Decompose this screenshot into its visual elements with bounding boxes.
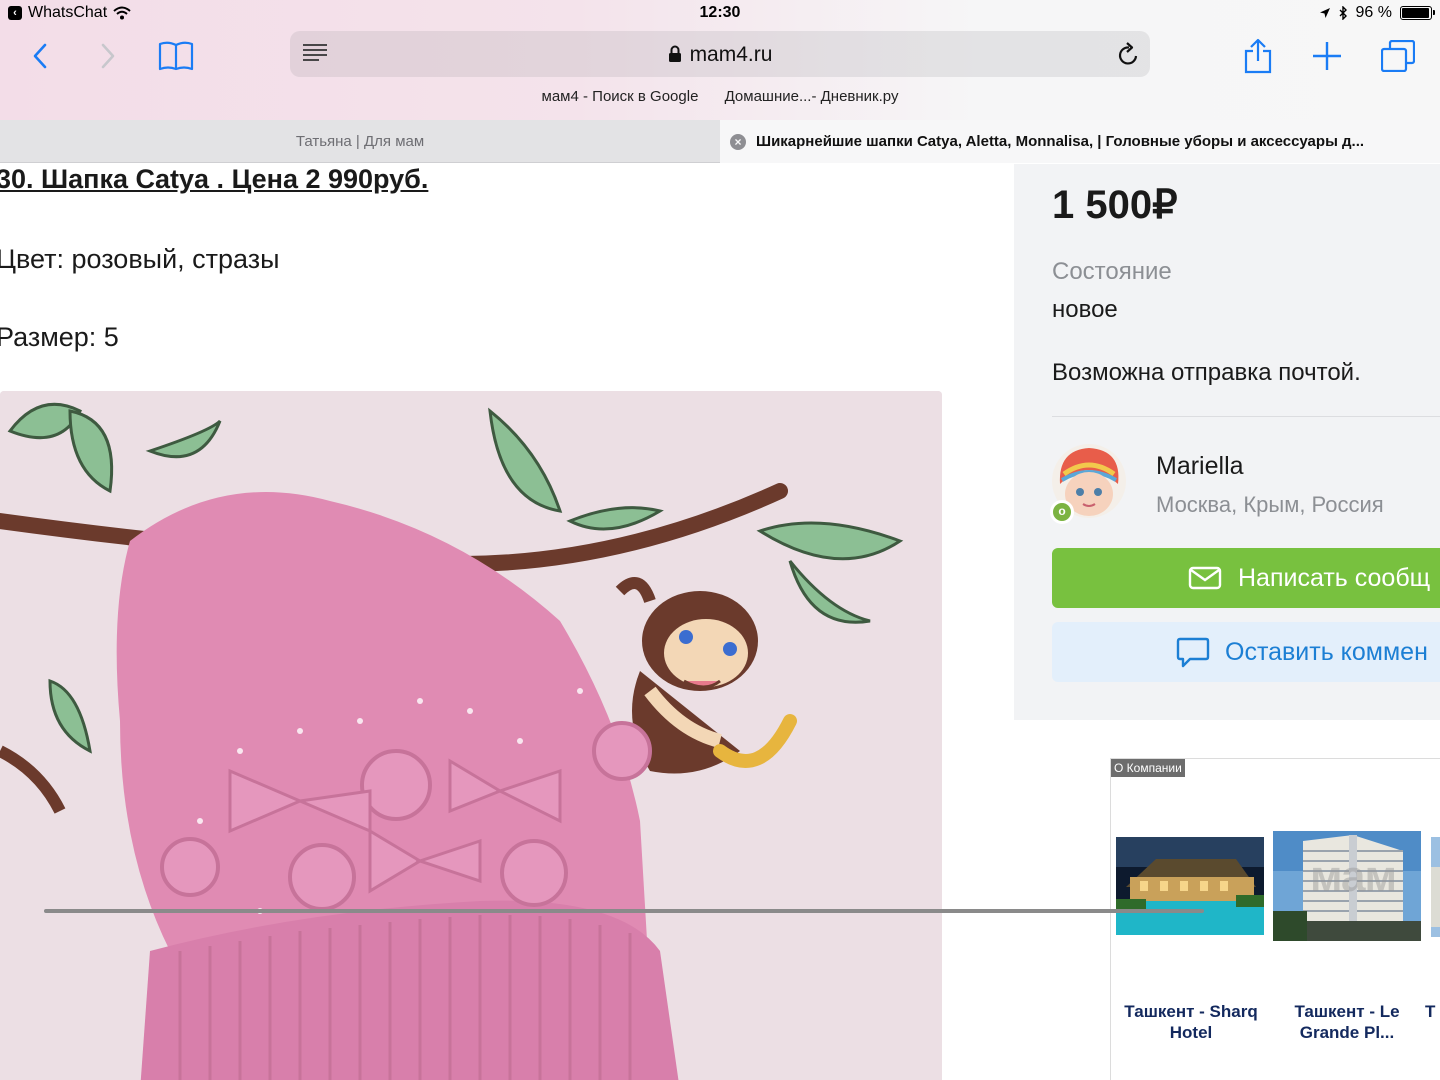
shipping-note: Возможна отправка почтой. [1052,359,1361,386]
share-icon [1244,38,1272,74]
hotel-advertisement[interactable]: О Компании Ташкент - Sharq Hotel Ташкент… [1110,758,1440,1080]
post-title-link[interactable]: 30. Шапка Catya . Цена 2 990руб. [0,164,428,195]
hotel-caption[interactable]: Ташкент - Le Grande Pl... [1267,1001,1427,1043]
share-button[interactable] [1236,34,1280,78]
bookmarks-button[interactable] [154,34,198,78]
back-button[interactable] [18,34,62,78]
online-badge: o [1050,500,1074,524]
hotel-caption[interactable]: Ташкент - Sharq Hotel [1111,1001,1271,1043]
price: 1 500₽ [1052,183,1178,227]
condition-label: Состояние [1052,258,1172,285]
location-arrow-icon [1319,8,1330,18]
hotel-photo[interactable] [1431,837,1440,937]
leave-comment-label: Оставить коммен [1225,638,1428,666]
address-bar[interactable]: mam4.ru [290,31,1150,77]
browser-chrome: ‹ WhatsChat 12:30 96 % mam4.ru мам4 - По… [0,0,1440,120]
size-line: Размер: 5 [0,322,119,352]
close-tab-icon[interactable]: × [730,134,746,150]
url-display[interactable]: mam4.ru [290,43,1150,67]
hotel-caption[interactable]: Т [1425,1001,1440,1022]
divider [1052,416,1440,417]
write-message-label: Написать сообщ [1238,564,1431,592]
product-photo[interactable] [0,391,942,1080]
forward-button[interactable] [86,34,130,78]
seller-location: Москва, Крым, Россия [1156,492,1384,517]
tabs-overview-button[interactable] [1376,34,1420,78]
clock: 12:30 [699,4,741,21]
favorites-bar: мам4 - Поиск в Google Домашние...- Дневн… [0,88,1440,105]
color-line: Цвет: розовый, стразы [0,244,280,274]
write-message-button[interactable]: Написать сообщ [1052,548,1440,608]
hotel-photo[interactable] [1116,837,1264,935]
hotel-photo-sharq [1116,837,1264,935]
tab-title: Татьяна | Для мам [295,133,425,150]
envelope-icon [1188,566,1222,590]
speech-bubble-icon [1176,637,1210,668]
battery-level [1402,8,1429,18]
status-icons: 96 % [1319,4,1435,22]
url-text: mam4.ru [689,43,773,66]
hotel-photo-partial [1431,837,1440,937]
status-bar: ‹ WhatsChat 12:30 96 % [0,0,1440,26]
book-icon [158,41,194,71]
reload-icon[interactable] [1116,41,1140,67]
plus-icon [1313,42,1341,70]
chevron-right-icon [101,43,115,69]
knitted-hat-photo [0,391,942,1080]
tab-title: Шикарнейшие шапки Catya, Aletta, Monnali… [756,133,1365,150]
leave-comment-button[interactable]: Оставить коммен [1052,622,1440,682]
seller-name[interactable]: Mariella [1156,452,1244,481]
favorite-link[interactable]: Домашние...- Дневник.ру [725,88,899,105]
horizontal-scrollbar[interactable] [44,909,1204,913]
new-tab-button[interactable] [1305,34,1349,78]
watermark-logo: мам [1310,852,1397,901]
bluetooth-icon [1339,6,1347,20]
tab-strip: Татьяна | Для мам × Шикарнейшие шапки Ca… [0,120,1440,163]
web-page: 30. Шапка Catya . Цена 2 990руб. Цвет: р… [0,164,1440,1080]
tab-inactive[interactable]: Татьяна | Для мам [0,120,720,163]
favorite-link[interactable]: мам4 - Поиск в Google [542,88,699,105]
chevron-left-icon [33,43,47,69]
condition-value: новое [1052,296,1118,323]
tab-active[interactable]: × Шикарнейшие шапки Catya, Aletta, Monna… [720,120,1440,163]
tabs-icon [1381,40,1415,72]
battery-percent: 96 % [1355,4,1392,21]
battery-icon [1400,6,1435,20]
ad-tag[interactable]: О Компании [1111,759,1185,777]
listing-sidebar: 1 500₽ Состояние новое Возможна отправка… [1014,164,1440,720]
lock-icon [668,45,681,62]
